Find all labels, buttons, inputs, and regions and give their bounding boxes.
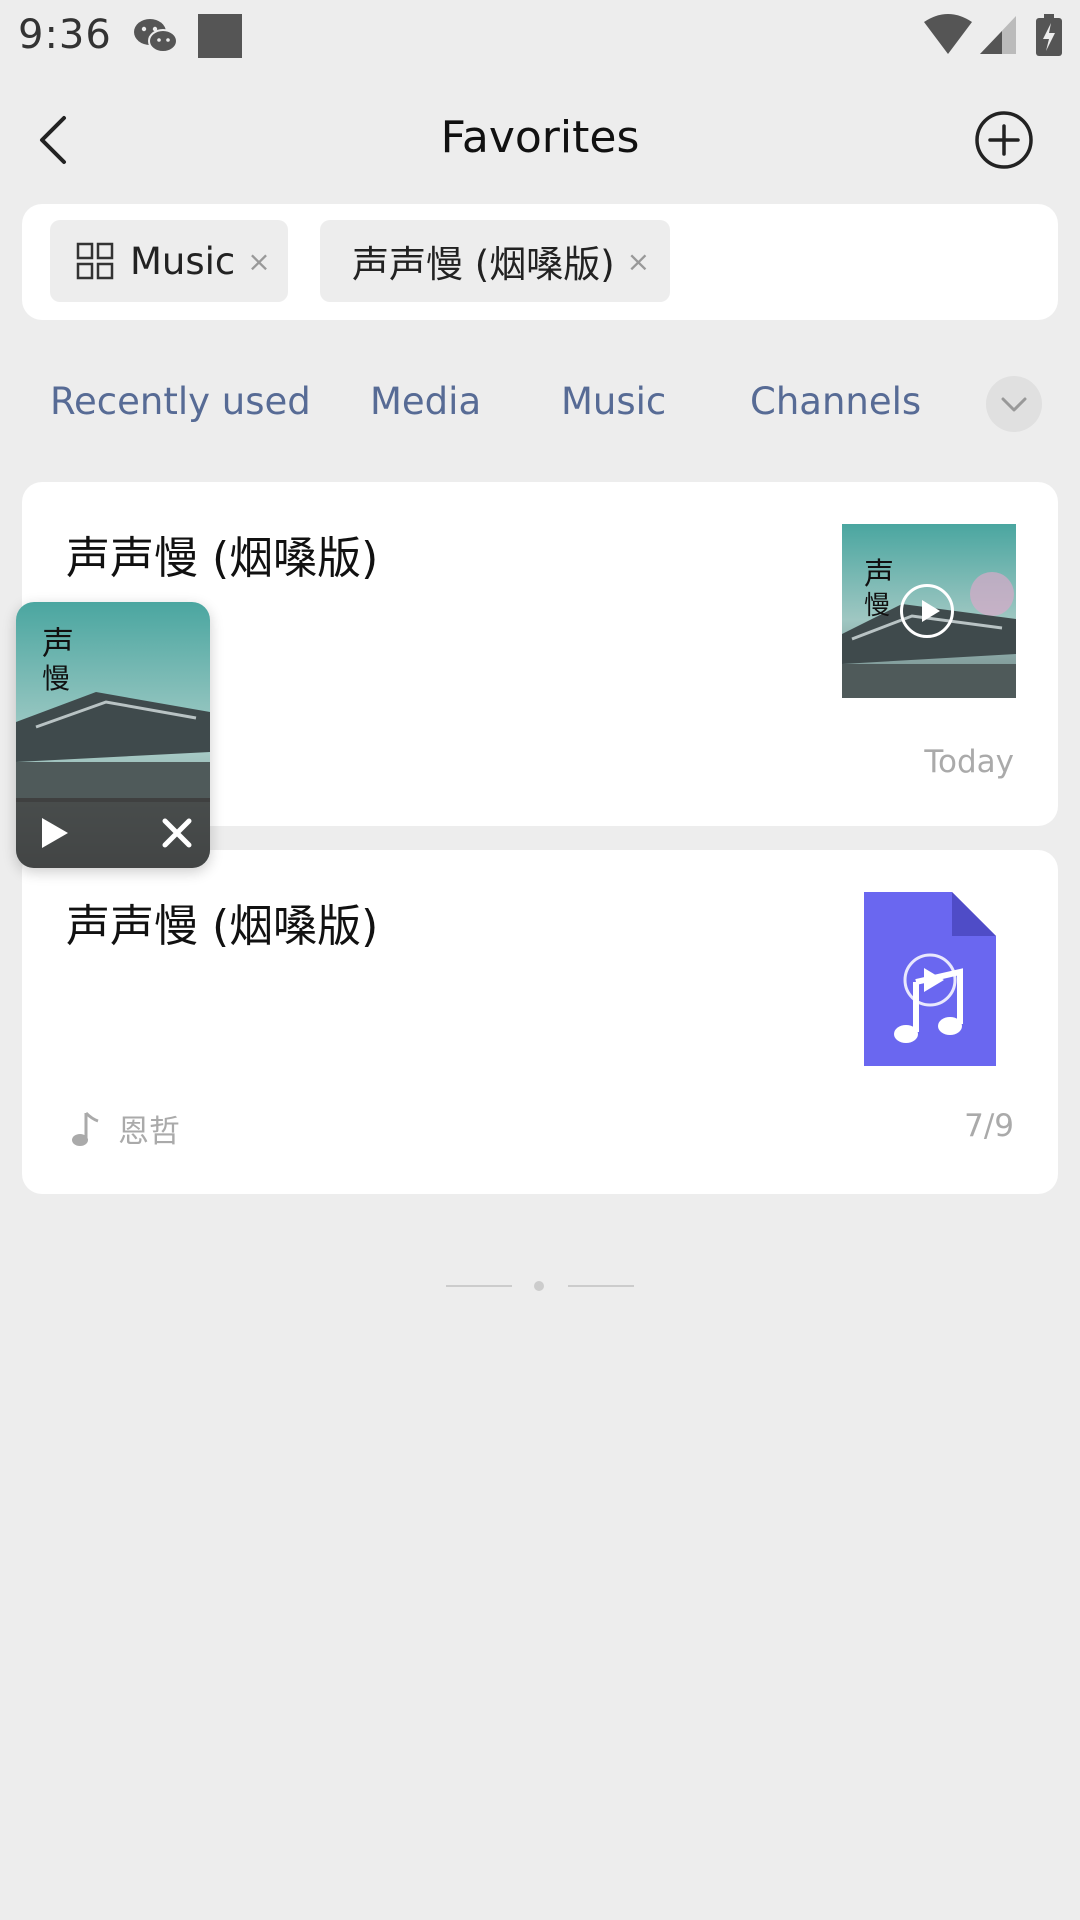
- svg-text:声: 声: [42, 624, 74, 662]
- tab-music[interactable]: Music: [561, 380, 666, 423]
- music-file-icon[interactable]: [864, 892, 996, 1066]
- divider-line: [446, 1285, 512, 1287]
- battery-charging-icon: [1036, 14, 1062, 56]
- filter-chip-label: 声声慢 (烟嗓版): [352, 243, 615, 286]
- divider-line: [568, 1285, 634, 1287]
- item-date: 7/9: [964, 1108, 1014, 1144]
- end-of-list-divider: [0, 1276, 1080, 1296]
- filter-chip-label: Music: [130, 239, 236, 283]
- chevron-down-icon: [1001, 397, 1027, 412]
- svg-text:慢: 慢: [864, 591, 890, 621]
- item-title: 声声慢 (烟嗓版): [66, 533, 379, 584]
- status-time: 9:36: [18, 12, 112, 58]
- remove-filter-button[interactable]: ×: [627, 245, 650, 278]
- wifi-icon: [924, 14, 972, 54]
- svg-text:慢: 慢: [42, 662, 70, 695]
- tab-media[interactable]: Media: [370, 380, 481, 423]
- wechat-icon: [134, 19, 178, 53]
- grid-icon: [76, 242, 114, 280]
- play-icon[interactable]: [40, 816, 70, 850]
- filter-box: Music × 声声慢 (烟嗓版) ×: [22, 204, 1058, 320]
- tab-recently-used[interactable]: Recently used: [50, 380, 311, 423]
- artist-name: 恩哲: [118, 1114, 180, 1150]
- divider-dot: [534, 1281, 544, 1291]
- category-tabs: Recently used Media Music Channels: [0, 372, 1080, 436]
- header: Favorites: [0, 100, 1080, 180]
- remove-filter-button[interactable]: ×: [247, 245, 270, 278]
- album-art-thumbnail: 声 慢: [842, 524, 1016, 698]
- notification-square-icon: [198, 14, 242, 58]
- item-date: Today: [924, 744, 1014, 780]
- close-icon[interactable]: [160, 816, 194, 850]
- play-icon[interactable]: [900, 584, 954, 638]
- expand-tabs-button[interactable]: [986, 376, 1042, 432]
- tab-channels[interactable]: Channels: [750, 380, 921, 423]
- page-title: Favorites: [440, 112, 640, 163]
- favorite-item-card[interactable]: 声声慢 (烟嗓版) 恩哲 7/9: [22, 850, 1058, 1194]
- cell-signal-icon: [980, 16, 1016, 54]
- item-title: 声声慢 (烟嗓版): [66, 901, 379, 952]
- status-bar: 9:36: [0, 0, 1080, 72]
- filter-chip-music[interactable]: Music ×: [50, 220, 288, 302]
- mini-player-controls: [16, 798, 210, 868]
- svg-text:声: 声: [864, 557, 894, 592]
- filter-chip-song[interactable]: 声声慢 (烟嗓版) ×: [320, 220, 670, 302]
- floating-mini-player[interactable]: 声 慢: [16, 602, 210, 868]
- item-artist: 恩哲: [70, 1106, 180, 1151]
- add-button[interactable]: [972, 108, 1036, 172]
- music-note-icon: [72, 1111, 99, 1146]
